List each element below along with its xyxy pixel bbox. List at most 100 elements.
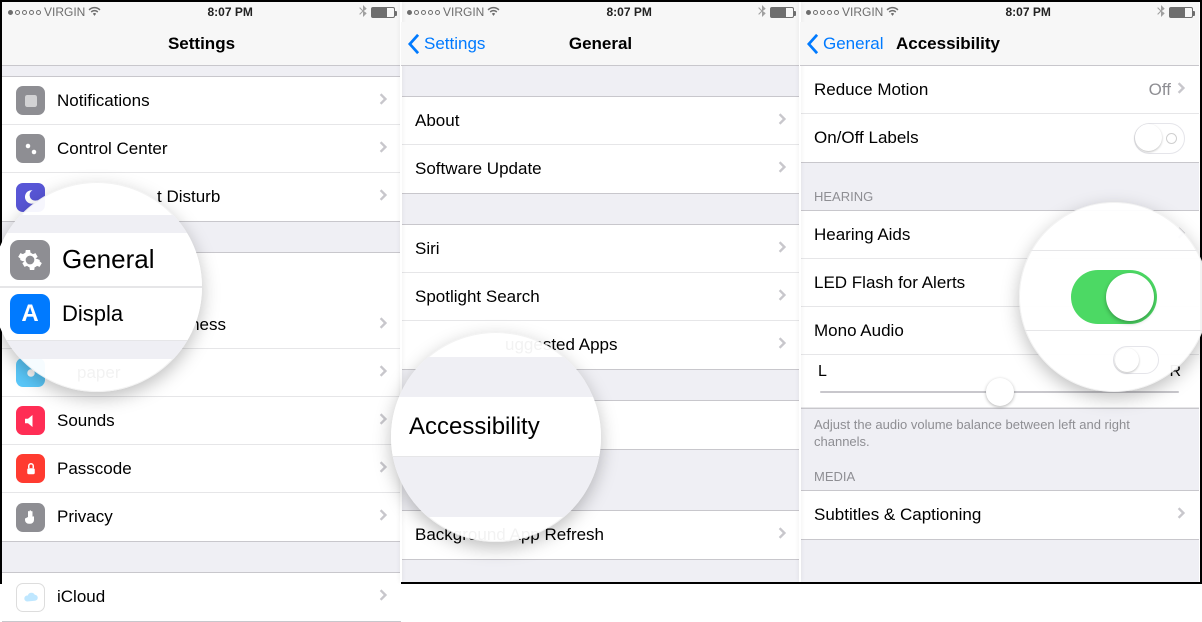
- chevron-right-icon: [1177, 80, 1185, 100]
- lens-label: Accessibility: [409, 413, 540, 441]
- screen-settings: VIRGIN 8:07 PM Settings Notifications Co…: [2, 2, 401, 582]
- lens-row-accessibility[interactable]: Accessibility: [391, 397, 601, 457]
- signal-icon: [407, 10, 440, 15]
- row-label: Reduce Motion: [814, 80, 1149, 100]
- row-icloud[interactable]: iCloud: [2, 573, 401, 621]
- row-label: Siri: [415, 239, 778, 259]
- chevron-right-icon: [379, 315, 387, 335]
- page-title: Settings: [2, 34, 401, 54]
- lens-label: General: [62, 244, 155, 275]
- status-bar: VIRGIN 8:07 PM: [2, 2, 401, 22]
- row-label: Passcode: [57, 459, 379, 479]
- row-about[interactable]: About: [401, 97, 800, 145]
- carrier-label: VIRGIN: [842, 5, 883, 19]
- battery-icon: [371, 7, 395, 18]
- chevron-right-icon: [379, 363, 387, 383]
- row-sounds[interactable]: Sounds: [2, 397, 401, 445]
- control-center-icon: [16, 134, 45, 163]
- chevron-right-icon: [778, 159, 786, 179]
- bluetooth-icon: [1157, 5, 1165, 20]
- lens-row-general[interactable]: General: [0, 233, 202, 287]
- chevron-right-icon: [778, 335, 786, 355]
- time-label: 8:07 PM: [101, 5, 359, 19]
- toggle-onoff-labels[interactable]: [1134, 123, 1185, 154]
- navbar: Settings: [2, 22, 401, 66]
- toggle-led-flash[interactable]: [1071, 270, 1157, 324]
- chevron-right-icon: [379, 139, 387, 159]
- chevron-right-icon: [778, 111, 786, 131]
- chevron-right-icon: [778, 287, 786, 307]
- row-subtitles[interactable]: Subtitles & Captioning: [800, 491, 1199, 539]
- row-label: Sounds: [57, 411, 379, 431]
- row-notifications[interactable]: Notifications: [2, 77, 401, 125]
- row-label: Spotlight Search: [415, 287, 778, 307]
- bluetooth-icon: [758, 5, 766, 20]
- gear-icon: [10, 240, 50, 280]
- wifi-icon: [886, 5, 899, 19]
- row-label: On/Off Labels: [814, 128, 1134, 148]
- slider-knob[interactable]: [986, 378, 1014, 406]
- back-button[interactable]: Settings: [401, 22, 485, 65]
- row-label: iCloud: [57, 587, 379, 607]
- lock-icon: [16, 454, 45, 483]
- notifications-icon: [16, 86, 45, 115]
- section-header-media: MEDIA: [800, 463, 1199, 490]
- bluetooth-icon: [359, 5, 367, 20]
- chevron-right-icon: [778, 239, 786, 259]
- magnifier-general: General A Displa: [0, 182, 202, 392]
- back-label: General: [823, 34, 883, 54]
- row-control-center[interactable]: Control Center: [2, 125, 401, 173]
- wifi-icon: [88, 5, 101, 19]
- time-label: 8:07 PM: [899, 5, 1157, 19]
- signal-icon: [806, 10, 839, 15]
- screen-general: VIRGIN 8:07 PM Settings General About So…: [401, 2, 800, 582]
- carrier-label: VIRGIN: [443, 5, 484, 19]
- hand-icon: [16, 503, 45, 532]
- magnifier-accessibility: Accessibility: [391, 332, 601, 542]
- navbar: Settings General: [401, 22, 800, 66]
- status-bar: VIRGIN 8:07 PM: [800, 2, 1199, 22]
- row-label: Control Center: [57, 139, 379, 159]
- chevron-right-icon: [379, 91, 387, 111]
- row-siri[interactable]: Siri: [401, 225, 800, 273]
- row-label: Notifications: [57, 91, 379, 111]
- row-value: Off: [1149, 80, 1171, 100]
- battery-icon: [770, 7, 794, 18]
- navbar: General Accessibility: [800, 22, 1199, 66]
- row-reduce-motion[interactable]: Reduce Motion Off: [800, 66, 1199, 114]
- row-privacy[interactable]: Privacy: [2, 493, 401, 541]
- lens-label: Displa: [62, 301, 123, 327]
- row-label: Subtitles & Captioning: [814, 505, 1177, 525]
- back-label: Settings: [424, 34, 485, 54]
- sounds-icon: [16, 406, 45, 435]
- signal-icon: [8, 10, 41, 15]
- chevron-right-icon: [1177, 505, 1185, 525]
- chevron-right-icon: [379, 187, 387, 207]
- chevron-right-icon: [379, 507, 387, 527]
- time-label: 8:07 PM: [500, 5, 758, 19]
- row-passcode[interactable]: Passcode: [2, 445, 401, 493]
- slider-label-left: L: [818, 363, 827, 381]
- magnifier-led-toggle: [1019, 202, 1202, 392]
- battery-icon: [1169, 7, 1193, 18]
- toggle-mono-audio[interactable]: [1113, 346, 1159, 374]
- back-button[interactable]: General: [800, 22, 883, 65]
- status-bar: VIRGIN 8:07 PM: [401, 2, 800, 22]
- row-software-update[interactable]: Software Update: [401, 145, 800, 193]
- row-label: About: [415, 111, 778, 131]
- display-icon: A: [10, 294, 50, 334]
- wifi-icon: [487, 5, 500, 19]
- row-label: Software Update: [415, 159, 778, 179]
- chevron-right-icon: [778, 525, 786, 545]
- screen-accessibility: VIRGIN 8:07 PM General Accessibility Red…: [800, 2, 1199, 582]
- row-label: Privacy: [57, 507, 379, 527]
- cloud-icon: [16, 583, 45, 612]
- chevron-right-icon: [379, 411, 387, 431]
- row-onoff-labels[interactable]: On/Off Labels: [800, 114, 1199, 162]
- lens-row-display[interactable]: A Displa: [0, 287, 202, 341]
- chevron-right-icon: [379, 587, 387, 607]
- carrier-label: VIRGIN: [44, 5, 85, 19]
- chevron-right-icon: [379, 459, 387, 479]
- section-footer: Adjust the audio volume balance between …: [800, 409, 1199, 463]
- row-spotlight[interactable]: Spotlight Search: [401, 273, 800, 321]
